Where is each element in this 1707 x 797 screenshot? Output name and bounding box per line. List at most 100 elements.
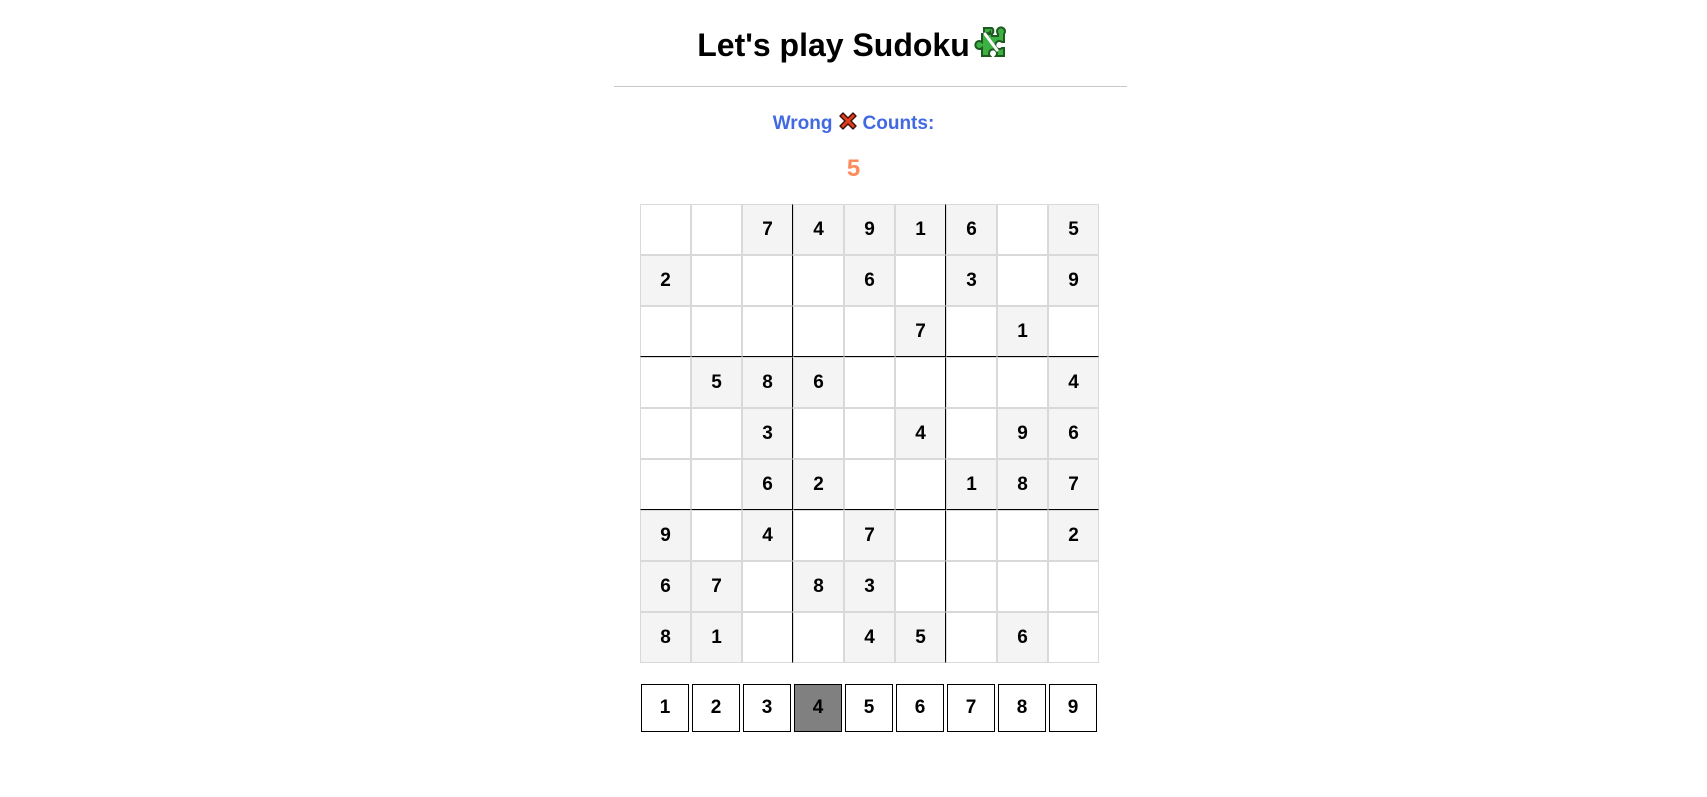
board-cell-r7-c4[interactable] xyxy=(793,510,844,561)
board-cell-r3-c8[interactable]: 1 xyxy=(997,306,1048,357)
page-title: Let's play Sudoku xyxy=(0,24,1707,71)
digit-button-1[interactable]: 1 xyxy=(641,684,689,732)
board-cell-r7-c8[interactable] xyxy=(997,510,1048,561)
digit-button-8[interactable]: 8 xyxy=(998,684,1046,732)
board-cell-r7-c7[interactable] xyxy=(946,510,997,561)
board-cell-r7-c2[interactable] xyxy=(691,510,742,561)
board-cell-r8-c3[interactable] xyxy=(742,561,793,612)
board-cell-r5-c7[interactable] xyxy=(946,408,997,459)
board-cell-r4-c8[interactable] xyxy=(997,357,1048,408)
board-cell-r6-c1[interactable] xyxy=(640,459,691,510)
board-cell-r8-c4[interactable]: 8 xyxy=(793,561,844,612)
board-cell-r1-c1[interactable] xyxy=(640,204,691,255)
digit-button-5[interactable]: 5 xyxy=(845,684,893,732)
board-cell-r9-c4[interactable] xyxy=(793,612,844,663)
board-cell-r1-c2[interactable] xyxy=(691,204,742,255)
board-cell-r5-c4[interactable] xyxy=(793,408,844,459)
board-cell-r2-c9[interactable]: 9 xyxy=(1048,255,1099,306)
board-cell-r6-c3[interactable]: 6 xyxy=(742,459,793,510)
board-cell-r4-c4[interactable]: 6 xyxy=(793,357,844,408)
board-cell-r3-c9[interactable] xyxy=(1048,306,1099,357)
wrong-label-prefix: Wrong xyxy=(772,113,833,134)
board-cell-r6-c4[interactable]: 2 xyxy=(793,459,844,510)
digit-button-3[interactable]: 3 xyxy=(743,684,791,732)
board-cell-r4-c3[interactable]: 8 xyxy=(742,357,793,408)
board-cell-r5-c8[interactable]: 9 xyxy=(997,408,1048,459)
board-cell-r2-c8[interactable] xyxy=(997,255,1048,306)
board-cell-r3-c2[interactable] xyxy=(691,306,742,357)
cross-mark-icon xyxy=(837,110,859,139)
board-cell-r2-c5[interactable]: 6 xyxy=(844,255,895,306)
board-cell-r2-c2[interactable] xyxy=(691,255,742,306)
board-cell-r7-c5[interactable]: 7 xyxy=(844,510,895,561)
board-cell-r1-c4[interactable]: 4 xyxy=(793,204,844,255)
board-cell-r4-c9[interactable]: 4 xyxy=(1048,357,1099,408)
board-cell-r4-c7[interactable] xyxy=(946,357,997,408)
board-cell-r3-c7[interactable] xyxy=(946,306,997,357)
board-cell-r6-c8[interactable]: 8 xyxy=(997,459,1048,510)
board-cell-r1-c5[interactable]: 9 xyxy=(844,204,895,255)
board-cell-r1-c9[interactable]: 5 xyxy=(1048,204,1099,255)
board-cell-r7-c1[interactable]: 9 xyxy=(640,510,691,561)
board-cell-r6-c9[interactable]: 7 xyxy=(1048,459,1099,510)
board-cell-r1-c8[interactable] xyxy=(997,204,1048,255)
digit-button-2[interactable]: 2 xyxy=(692,684,740,732)
wrong-count-value: 5 xyxy=(846,155,861,182)
board-cell-r8-c7[interactable] xyxy=(946,561,997,612)
board-cell-r7-c6[interactable] xyxy=(895,510,946,561)
board-cell-r6-c2[interactable] xyxy=(691,459,742,510)
board-cell-r9-c6[interactable]: 5 xyxy=(895,612,946,663)
board-cell-r9-c1[interactable]: 8 xyxy=(640,612,691,663)
board-cell-r5-c6[interactable]: 4 xyxy=(895,408,946,459)
board-cell-r5-c9[interactable]: 6 xyxy=(1048,408,1099,459)
board-cell-r2-c3[interactable] xyxy=(742,255,793,306)
wrong-counts-label: Wrong Counts: xyxy=(0,110,1707,139)
board-cell-r3-c5[interactable] xyxy=(844,306,895,357)
board-cell-r9-c5[interactable]: 4 xyxy=(844,612,895,663)
board-cell-r4-c1[interactable] xyxy=(640,357,691,408)
board-cell-r1-c6[interactable]: 1 xyxy=(895,204,946,255)
board-cell-r8-c5[interactable]: 3 xyxy=(844,561,895,612)
board-cell-r9-c2[interactable]: 1 xyxy=(691,612,742,663)
board-cell-r2-c6[interactable] xyxy=(895,255,946,306)
board-cell-r8-c9[interactable] xyxy=(1048,561,1099,612)
sudoku-board: 74916526397158643496621879472678381456 xyxy=(640,204,1100,664)
board-cell-r9-c3[interactable] xyxy=(742,612,793,663)
board-cell-r8-c8[interactable] xyxy=(997,561,1048,612)
board-cell-r4-c5[interactable] xyxy=(844,357,895,408)
board-cell-r6-c5[interactable] xyxy=(844,459,895,510)
board-cell-r5-c2[interactable] xyxy=(691,408,742,459)
board-cell-r2-c7[interactable]: 3 xyxy=(946,255,997,306)
board-cell-r4-c6[interactable] xyxy=(895,357,946,408)
page-title-text: Let's play Sudoku xyxy=(697,27,970,63)
digit-button-7[interactable]: 7 xyxy=(947,684,995,732)
board-cell-r3-c3[interactable] xyxy=(742,306,793,357)
board-cell-r5-c3[interactable]: 3 xyxy=(742,408,793,459)
board-cell-r2-c1[interactable]: 2 xyxy=(640,255,691,306)
board-cell-r3-c1[interactable] xyxy=(640,306,691,357)
board-cell-r6-c7[interactable]: 1 xyxy=(946,459,997,510)
board-cell-r1-c3[interactable]: 7 xyxy=(742,204,793,255)
board-cell-r9-c8[interactable]: 6 xyxy=(997,612,1048,663)
board-cell-r6-c6[interactable] xyxy=(895,459,946,510)
digit-button-6[interactable]: 6 xyxy=(896,684,944,732)
board-cell-r8-c6[interactable] xyxy=(895,561,946,612)
board-cell-r5-c1[interactable] xyxy=(640,408,691,459)
board-cell-r3-c4[interactable] xyxy=(793,306,844,357)
board-cell-r7-c3[interactable]: 4 xyxy=(742,510,793,561)
wrong-label-suffix: Counts: xyxy=(862,113,935,134)
board-cell-r1-c7[interactable]: 6 xyxy=(946,204,997,255)
digit-button-9[interactable]: 9 xyxy=(1049,684,1097,732)
board-cell-r7-c9[interactable]: 2 xyxy=(1048,510,1099,561)
board-cell-r2-c4[interactable] xyxy=(793,255,844,306)
board-cell-r8-c2[interactable]: 7 xyxy=(691,561,742,612)
board-cell-r3-c6[interactable]: 7 xyxy=(895,306,946,357)
puzzle-piece-icon xyxy=(972,24,1010,71)
title-divider xyxy=(614,86,1127,87)
board-cell-r9-c7[interactable] xyxy=(946,612,997,663)
board-cell-r8-c1[interactable]: 6 xyxy=(640,561,691,612)
board-cell-r5-c5[interactable] xyxy=(844,408,895,459)
board-cell-r9-c9[interactable] xyxy=(1048,612,1099,663)
digit-button-4[interactable]: 4 xyxy=(794,684,842,732)
board-cell-r4-c2[interactable]: 5 xyxy=(691,357,742,408)
